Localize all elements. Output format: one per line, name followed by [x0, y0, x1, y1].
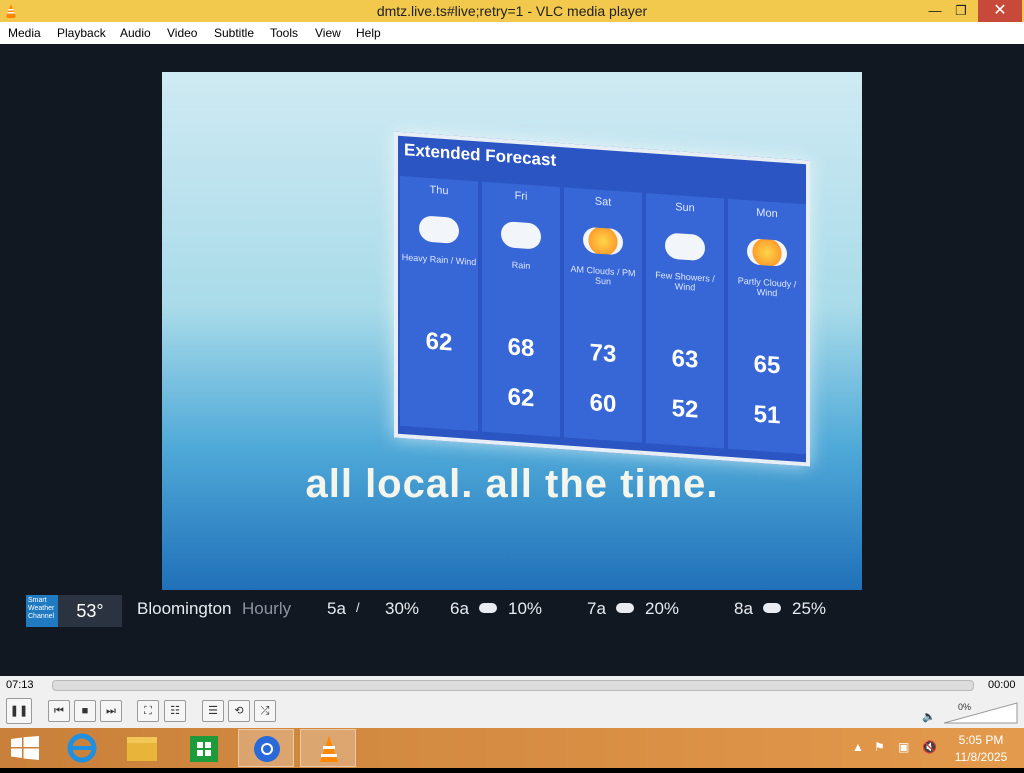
high-temp: 62	[425, 327, 453, 357]
forecast-day: Thu Heavy Rain / Wind 62	[400, 175, 478, 432]
chrome-icon	[254, 736, 280, 762]
menu-view[interactable]: View	[315, 22, 341, 44]
pause-button[interactable]: ❚❚	[6, 698, 32, 724]
day-label: Sun	[675, 201, 695, 215]
clock-date[interactable]: 11/8/2025	[948, 750, 1014, 764]
forecast-day: Sat AM Clouds / PM Sun 73 60	[564, 187, 642, 443]
menu-subtitle[interactable]: Subtitle	[214, 22, 254, 44]
minimize-button[interactable]: —	[922, 0, 948, 22]
forecast-day: Sun Few Showers / Wind 63 52	[646, 193, 724, 449]
channel-logo: Smart Weather Channel	[26, 595, 58, 627]
close-button[interactable]: ✕	[978, 0, 1022, 22]
action-center-flag-icon[interactable]: ⚑	[874, 740, 885, 754]
volume-percent: 0%	[958, 702, 972, 712]
store-taskbar-button[interactable]	[176, 729, 232, 767]
store-icon	[190, 736, 218, 762]
maximize-button[interactable]: ❐	[948, 0, 974, 22]
window-title: dmtz.live.ts#live;retry=1 - VLC media pl…	[376, 3, 648, 19]
remaining-time[interactable]: 00:00	[988, 679, 1016, 691]
menu-help[interactable]: Help	[356, 22, 381, 44]
cloud-icon	[479, 603, 497, 613]
high-temp: 65	[753, 350, 781, 380]
next-button[interactable]: ⏭	[100, 700, 122, 722]
rain-cloud-icon	[501, 220, 541, 250]
forecast-day: Fri Rain 68 62	[482, 181, 560, 438]
low-temp: 62	[507, 383, 535, 413]
menu-media[interactable]: Media	[8, 22, 41, 44]
day-label: Sat	[594, 195, 612, 209]
menu-tools[interactable]: Tools	[270, 22, 298, 44]
cloud-icon	[616, 603, 634, 613]
file-explorer-taskbar-button[interactable]	[114, 729, 170, 767]
menu-video[interactable]: Video	[167, 22, 197, 44]
previous-button[interactable]: ⏮	[48, 700, 70, 722]
volume-slider[interactable]	[944, 702, 1018, 724]
condition-label: Heavy Rain / Wind	[401, 251, 477, 268]
day-label: Fri	[514, 189, 528, 203]
internet-explorer-taskbar-button[interactable]	[54, 729, 110, 767]
hour-time: 7a	[587, 599, 606, 618]
hour-time: 6a	[450, 599, 469, 618]
forecast-day: Mon Partly Cloudy / Wind 65 51	[728, 198, 806, 455]
elapsed-time[interactable]: 07:13	[6, 679, 34, 691]
cloud-icon	[763, 603, 781, 613]
seek-slider[interactable]	[52, 680, 974, 691]
low-temp	[400, 376, 478, 381]
loop-button[interactable]: ⟲	[228, 700, 250, 722]
menu-playback[interactable]: Playback	[57, 22, 106, 44]
hour-pct: 25%	[792, 599, 827, 618]
forecast-panel: Extended Forecast Thu Heavy Rain / Wind …	[394, 131, 810, 467]
windows-start-icon[interactable]	[11, 736, 39, 760]
speaker-icon[interactable]: 🔈	[922, 710, 936, 723]
folder-icon	[127, 737, 157, 761]
clock-time[interactable]: 5:05 PM	[948, 733, 1014, 747]
network-icon[interactable]: ▣	[898, 740, 909, 754]
high-temp: 73	[589, 339, 617, 369]
ticker-label: Hourly	[242, 599, 292, 618]
sun-cloud-icon	[583, 226, 623, 256]
vlc-taskbar-button[interactable]	[300, 729, 356, 767]
hour-pct: 20%	[645, 599, 680, 618]
condition-label: Rain	[511, 259, 531, 271]
hour-pct: 30%	[385, 599, 420, 618]
hour-time: 8a	[734, 599, 753, 618]
cloud-icon	[665, 232, 705, 262]
low-temp: 52	[671, 394, 699, 424]
internet-explorer-icon	[67, 733, 97, 763]
hour-time: 5a	[327, 599, 346, 618]
current-temp: 53°	[58, 595, 122, 627]
playlist-button[interactable]: ☰	[202, 700, 224, 722]
menu-bar	[0, 22, 1024, 44]
vlc-cone-icon	[320, 736, 338, 762]
extended-settings-button[interactable]: ☷	[164, 700, 186, 722]
random-button[interactable]: ⤮	[254, 700, 276, 722]
rain-cloud-icon	[419, 215, 459, 245]
menu-audio[interactable]: Audio	[120, 22, 151, 44]
low-temp: 51	[753, 400, 781, 430]
fullscreen-button[interactable]: ⛶	[137, 700, 159, 722]
day-label: Thu	[429, 183, 449, 198]
show-hidden-icons-icon[interactable]: ▲	[852, 740, 864, 754]
hour-pct: 10%	[508, 599, 543, 618]
condition-label: Few Showers / Wind	[655, 269, 715, 293]
slogan-text: all local. all the time.	[305, 462, 719, 506]
forecast-title: Extended Forecast	[404, 140, 557, 170]
stop-button[interactable]: ■	[74, 700, 96, 722]
rain-icon: /	[356, 600, 360, 615]
chrome-taskbar-button[interactable]	[238, 729, 294, 767]
condition-label: AM Clouds / PM Sun	[570, 263, 636, 287]
day-label: Mon	[756, 206, 778, 221]
volume-muted-icon[interactable]: 🔇	[922, 740, 937, 754]
condition-label: Partly Cloudy / Wind	[737, 275, 797, 299]
high-temp: 63	[671, 344, 699, 374]
high-temp: 68	[507, 333, 535, 363]
ticker-city: Bloomington	[137, 599, 232, 618]
low-temp: 60	[589, 389, 617, 419]
sun-cloud-icon	[747, 238, 787, 267]
